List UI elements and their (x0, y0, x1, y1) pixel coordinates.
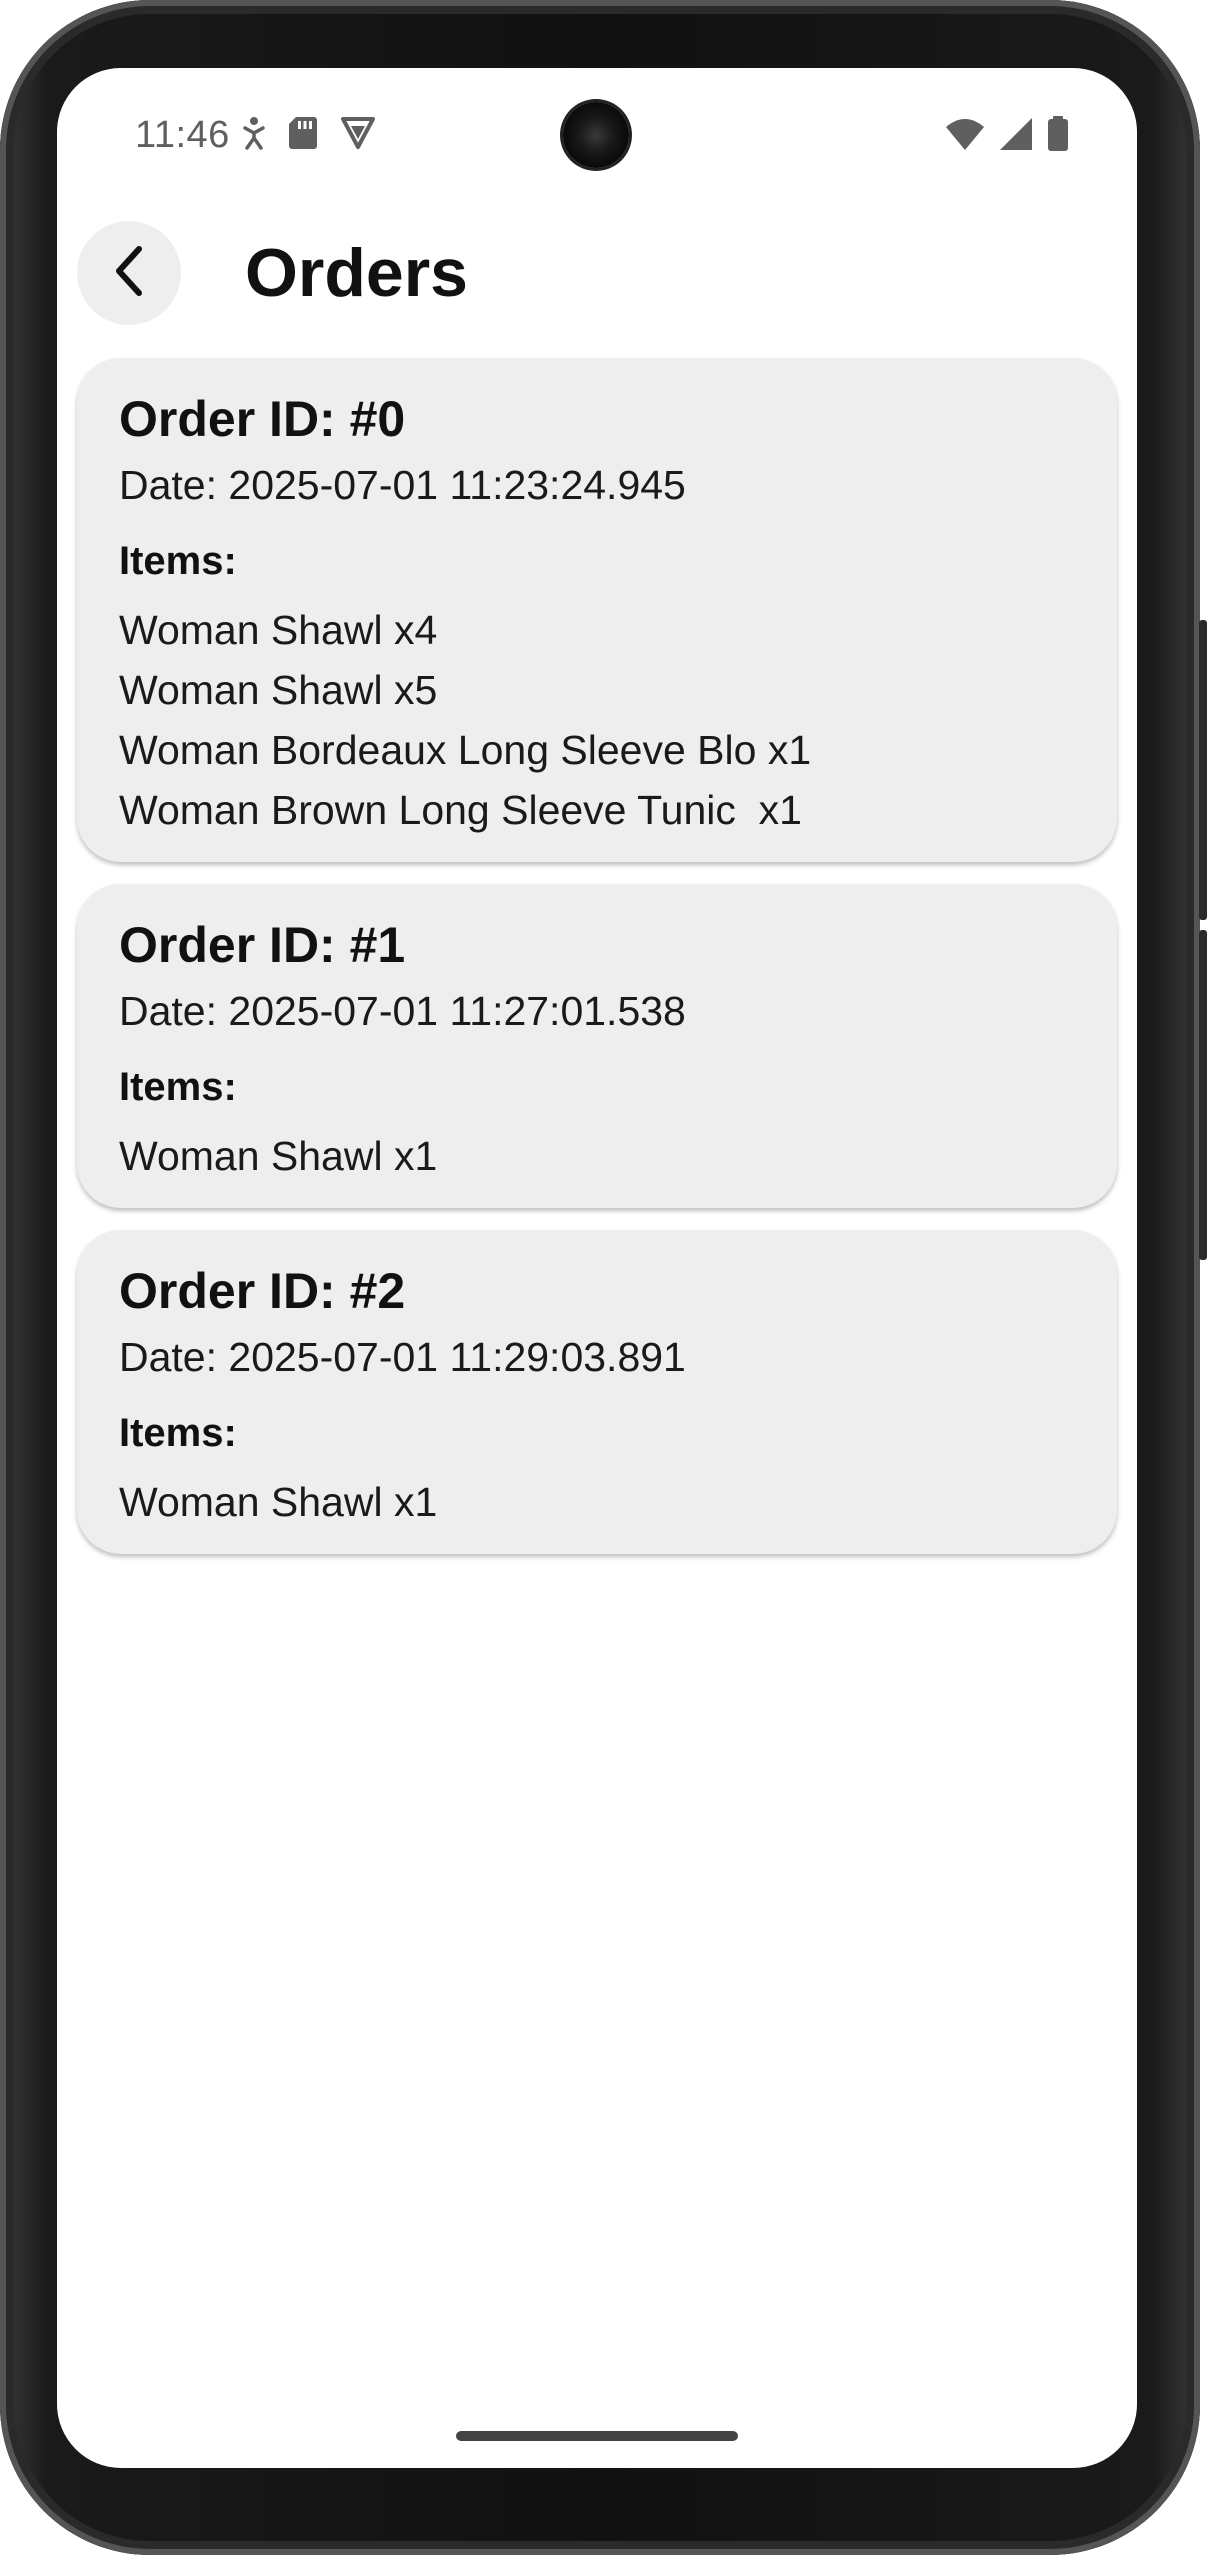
items-list: Woman Shawl x1 (119, 1126, 1075, 1186)
order-item: Woman Shawl x1 (119, 1479, 438, 1525)
cell-signal-icon (999, 117, 1033, 156)
home-indicator[interactable] (456, 2431, 738, 2441)
order-date: Date: 2025-07-01 11:27:01.538 (119, 988, 686, 1034)
power-button (1199, 620, 1207, 920)
order-item: Woman Brown Long Sleeve Tunic x1 (119, 787, 802, 833)
orders-list: Order ID: #0 Date: 2025-07-01 11:23:24.9… (77, 358, 1117, 1576)
wifi-icon (945, 117, 985, 156)
order-item: Woman Shawl x4 (119, 607, 438, 653)
status-icons-left (242, 116, 376, 155)
items-label: Items: (119, 1065, 237, 1109)
order-id: Order ID: #1 (119, 917, 406, 973)
back-button[interactable] (77, 221, 181, 325)
chevron-left-icon (107, 243, 151, 304)
order-card[interactable]: Order ID: #1 Date: 2025-07-01 11:27:01.5… (77, 884, 1117, 1208)
order-item: Woman Shawl x5 (119, 667, 438, 713)
order-card[interactable]: Order ID: #2 Date: 2025-07-01 11:29:03.8… (77, 1230, 1117, 1554)
items-label: Items: (119, 1411, 237, 1455)
vpn-shield-icon (340, 116, 376, 155)
order-item: Woman Shawl x1 (119, 1133, 438, 1179)
status-time: 11:46 (135, 114, 230, 156)
items-list: Woman Shawl x4 Woman Shawl x5 Woman Bord… (119, 600, 1075, 840)
battery-icon (1047, 116, 1069, 157)
device: 11:46 Orders Order ID: #0 Date: 2025-07-… (0, 0, 1207, 2555)
screen: 11:46 Orders Order ID: #0 Date: 2025-07-… (57, 68, 1137, 2468)
order-date: Date: 2025-07-01 11:29:03.891 (119, 1334, 686, 1380)
items-list: Woman Shawl x1 (119, 1472, 1075, 1532)
volume-button (1199, 930, 1207, 1260)
accessibility-icon (242, 116, 266, 155)
order-id: Order ID: #2 (119, 1263, 406, 1319)
front-camera (563, 102, 629, 168)
app-bar: Orders (57, 218, 1137, 338)
status-bar: 11:46 (57, 68, 1137, 198)
sd-card-icon (288, 116, 318, 155)
items-label: Items: (119, 539, 237, 583)
order-id: Order ID: #0 (119, 391, 406, 447)
status-icons-right (945, 116, 1069, 157)
order-item: Woman Bordeaux Long Sleeve Blo x1 (119, 727, 812, 773)
order-date: Date: 2025-07-01 11:23:24.945 (119, 462, 686, 508)
order-card[interactable]: Order ID: #0 Date: 2025-07-01 11:23:24.9… (77, 358, 1117, 862)
page-title: Orders (245, 235, 468, 311)
